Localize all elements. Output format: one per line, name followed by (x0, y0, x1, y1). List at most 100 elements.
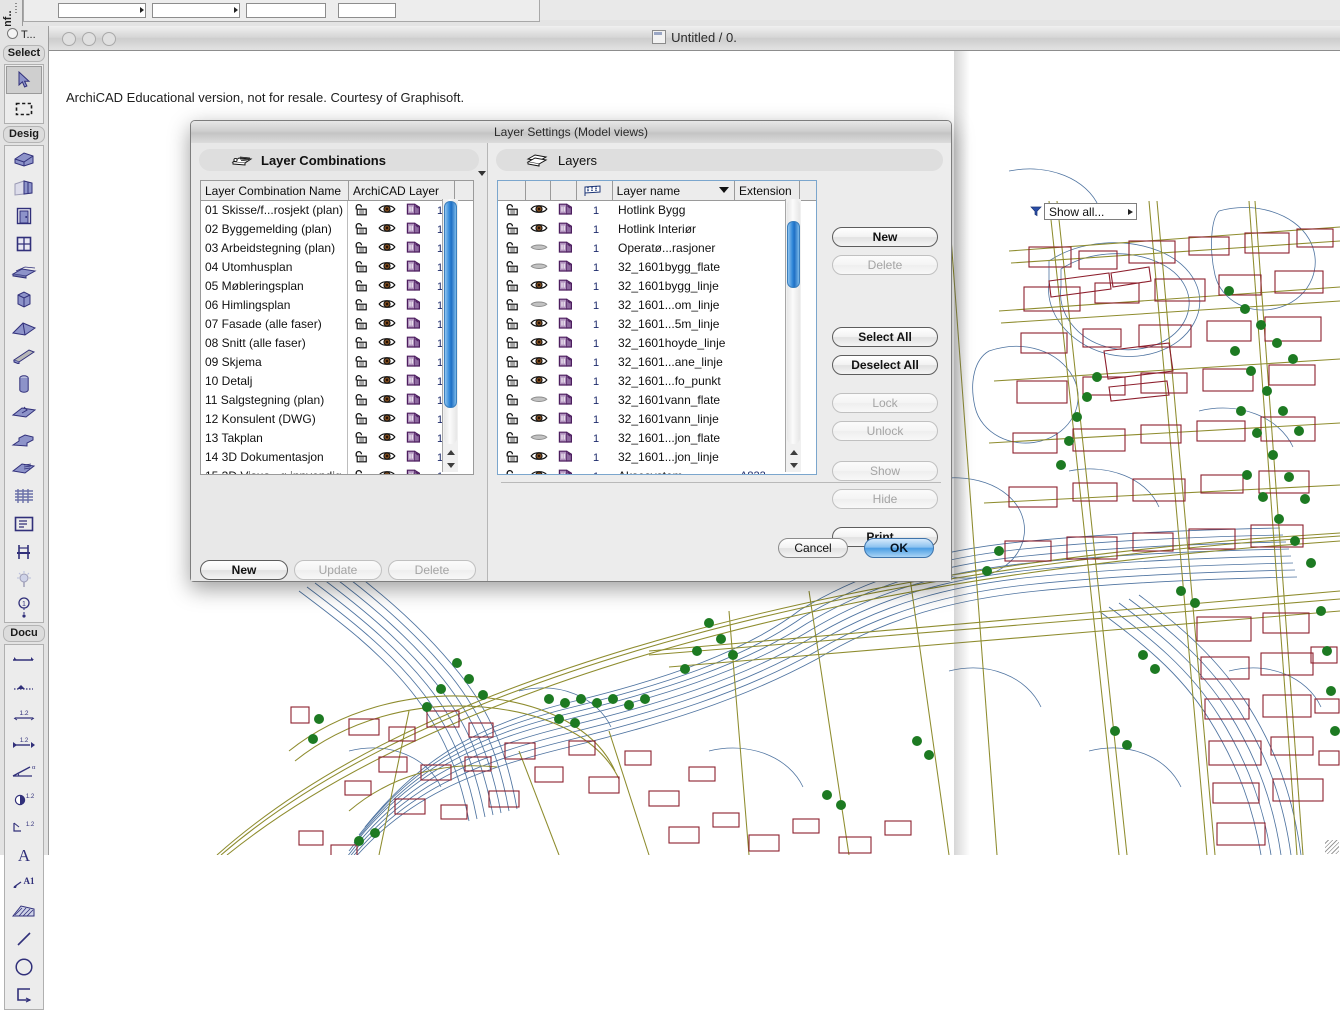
layer-pen-cell[interactable]: 1 (578, 395, 614, 407)
layer-row[interactable]: 1Hotlink Interiør (498, 220, 816, 239)
lock-icon[interactable] (504, 203, 521, 219)
lock-icon[interactable] (353, 412, 370, 428)
eye-open-icon[interactable] (378, 355, 396, 370)
layer-visibility-cell[interactable] (526, 203, 552, 218)
layer-combination-row[interactable]: 03 Arbeidstegning (plan)1 (201, 239, 473, 258)
combination-wireframe-cell[interactable] (400, 411, 426, 428)
eye-open-icon[interactable] (378, 431, 396, 446)
combination-eye-cell[interactable] (374, 469, 400, 475)
combination-name-cell[interactable]: 10 Detalj (201, 372, 348, 391)
document-titlebar[interactable]: Untitled / 0. (49, 26, 1340, 51)
combination-wireframe-cell[interactable] (400, 202, 426, 219)
layer-combinations-rows[interactable]: 01 Skisse/f...rosjekt (plan)102 Byggemel… (201, 201, 473, 475)
lock-icon[interactable] (504, 412, 521, 428)
infobox-line-arrow-icon[interactable] (234, 7, 238, 13)
layer-visibility-cell[interactable] (526, 393, 552, 408)
lock-icon[interactable] (504, 298, 521, 314)
palette-group-select-header[interactable]: Select (3, 45, 45, 62)
lock-icon[interactable] (353, 355, 370, 371)
layer-wireframe-cell[interactable] (552, 240, 578, 257)
layer-row[interactable]: 1Hotlink Bygg (498, 201, 816, 220)
combination-name-cell[interactable]: 01 Skisse/f...rosjekt (plan) (201, 201, 348, 220)
eye-open-icon[interactable] (378, 298, 396, 313)
eye-open-icon[interactable] (378, 450, 396, 465)
wireframe-icon[interactable] (406, 430, 421, 447)
dialog-titlebar[interactable]: Layer Settings (Model views) (191, 121, 951, 144)
layer-combination-row[interactable]: 13 Takplan1 (201, 429, 473, 448)
eye-closed-icon[interactable] (530, 241, 548, 256)
lamp-tool[interactable] (5, 566, 43, 594)
layer-name-cell[interactable]: Hotlink Bygg (614, 201, 738, 220)
layer-name-cell[interactable]: 32_1601hoyde_linje (614, 334, 738, 353)
layer-select-all-button[interactable]: Select All (832, 327, 938, 347)
layer-lock-cell[interactable] (498, 241, 526, 257)
linear-dimension-tool[interactable]: 1.2 (5, 701, 43, 729)
eye-open-icon[interactable] (378, 317, 396, 332)
layer-pen-cell[interactable]: 1 (578, 243, 614, 255)
eye-closed-icon[interactable] (530, 298, 548, 313)
wireframe-icon[interactable] (558, 335, 573, 352)
combination-lock-cell[interactable] (348, 412, 374, 428)
wireframe-icon[interactable] (406, 297, 421, 314)
combination-name-cell[interactable]: 15 3D Visua...g innvendig (201, 467, 348, 475)
marquee-tool[interactable] (5, 95, 43, 123)
wireframe-icon[interactable] (406, 221, 421, 238)
eye-open-icon[interactable] (530, 317, 548, 332)
wireframe-icon[interactable] (406, 278, 421, 295)
lock-icon[interactable] (353, 222, 370, 238)
lock-icon[interactable] (504, 317, 521, 333)
column-tool[interactable] (5, 370, 43, 398)
combination-eye-cell[interactable] (374, 336, 400, 351)
combination-eye-cell[interactable] (374, 355, 400, 370)
wall-tool[interactable] (5, 146, 43, 174)
wireframe-icon[interactable] (406, 468, 421, 475)
combination-lock-cell[interactable] (348, 450, 374, 466)
elevation-dimension-tool[interactable]: 1.2 (5, 785, 43, 813)
eye-open-icon[interactable] (530, 412, 548, 427)
combination-wireframe-cell[interactable] (400, 468, 426, 475)
lock-icon[interactable] (504, 431, 521, 447)
layer-wireframe-cell[interactable] (552, 430, 578, 447)
wireframe-icon[interactable] (558, 202, 573, 219)
wireframe-icon[interactable] (406, 202, 421, 219)
combination-eye-cell[interactable] (374, 374, 400, 389)
combination-name-cell[interactable]: 08 Snitt (alle faser) (201, 334, 348, 353)
layer-row[interactable]: 132_1601...jon_linje (498, 448, 816, 467)
text-tool[interactable]: A (5, 841, 43, 869)
wireframe-icon[interactable] (558, 259, 573, 276)
layers-section-header[interactable]: Layers (496, 149, 943, 171)
layer-combination-row[interactable]: 14 3D Dokumentasjon1 (201, 448, 473, 467)
layer-deselect-all-button[interactable]: Deselect All (832, 355, 938, 375)
infobox-pen-arrow-icon[interactable] (140, 7, 144, 13)
layers-list[interactable]: Layer name Extension 1Hotlink Bygg1Hotli… (497, 180, 817, 475)
layer-combination-row[interactable]: 04 Utomhusplan1 (201, 258, 473, 277)
eye-open-icon[interactable] (530, 336, 548, 351)
combination-eye-cell[interactable] (374, 203, 400, 218)
layer-visibility-cell[interactable] (526, 222, 552, 237)
layer-name-cell[interactable]: 32_1601...ane_linje (614, 353, 738, 372)
lock-icon[interactable] (353, 393, 370, 409)
eye-open-icon[interactable] (530, 469, 548, 475)
layer-lock-cell[interactable] (498, 222, 526, 238)
layer-visibility-cell[interactable] (526, 412, 552, 427)
palette-group-document-header[interactable]: Docu (3, 625, 45, 642)
layer-wireframe-cell[interactable] (552, 316, 578, 333)
layer-visibility-cell[interactable] (526, 355, 552, 370)
eye-open-icon[interactable] (378, 203, 396, 218)
layer-new-button[interactable]: New (832, 227, 938, 247)
info-box-tab[interactable]: Inf.. (0, 0, 23, 26)
layer-row[interactable]: 132_1601...jon_flate (498, 429, 816, 448)
combination-wireframe-cell[interactable] (400, 240, 426, 257)
slab-tool[interactable] (5, 258, 43, 286)
scroll-up-arrow-icon[interactable] (444, 446, 457, 459)
layers-scrollbar[interactable] (785, 199, 801, 472)
eye-open-icon[interactable] (378, 336, 396, 351)
combination-wireframe-cell[interactable] (400, 354, 426, 371)
lock-icon[interactable] (504, 260, 521, 276)
layer-row[interactable]: 132_1601...om_linje (498, 296, 816, 315)
combination-lock-cell[interactable] (348, 393, 374, 409)
wireframe-icon[interactable] (406, 392, 421, 409)
layer-name-cell[interactable]: Hotlink Interiør (614, 220, 738, 239)
layer-combinations-section-header[interactable]: Layer Combinations (199, 149, 479, 171)
wireframe-icon[interactable] (406, 240, 421, 257)
